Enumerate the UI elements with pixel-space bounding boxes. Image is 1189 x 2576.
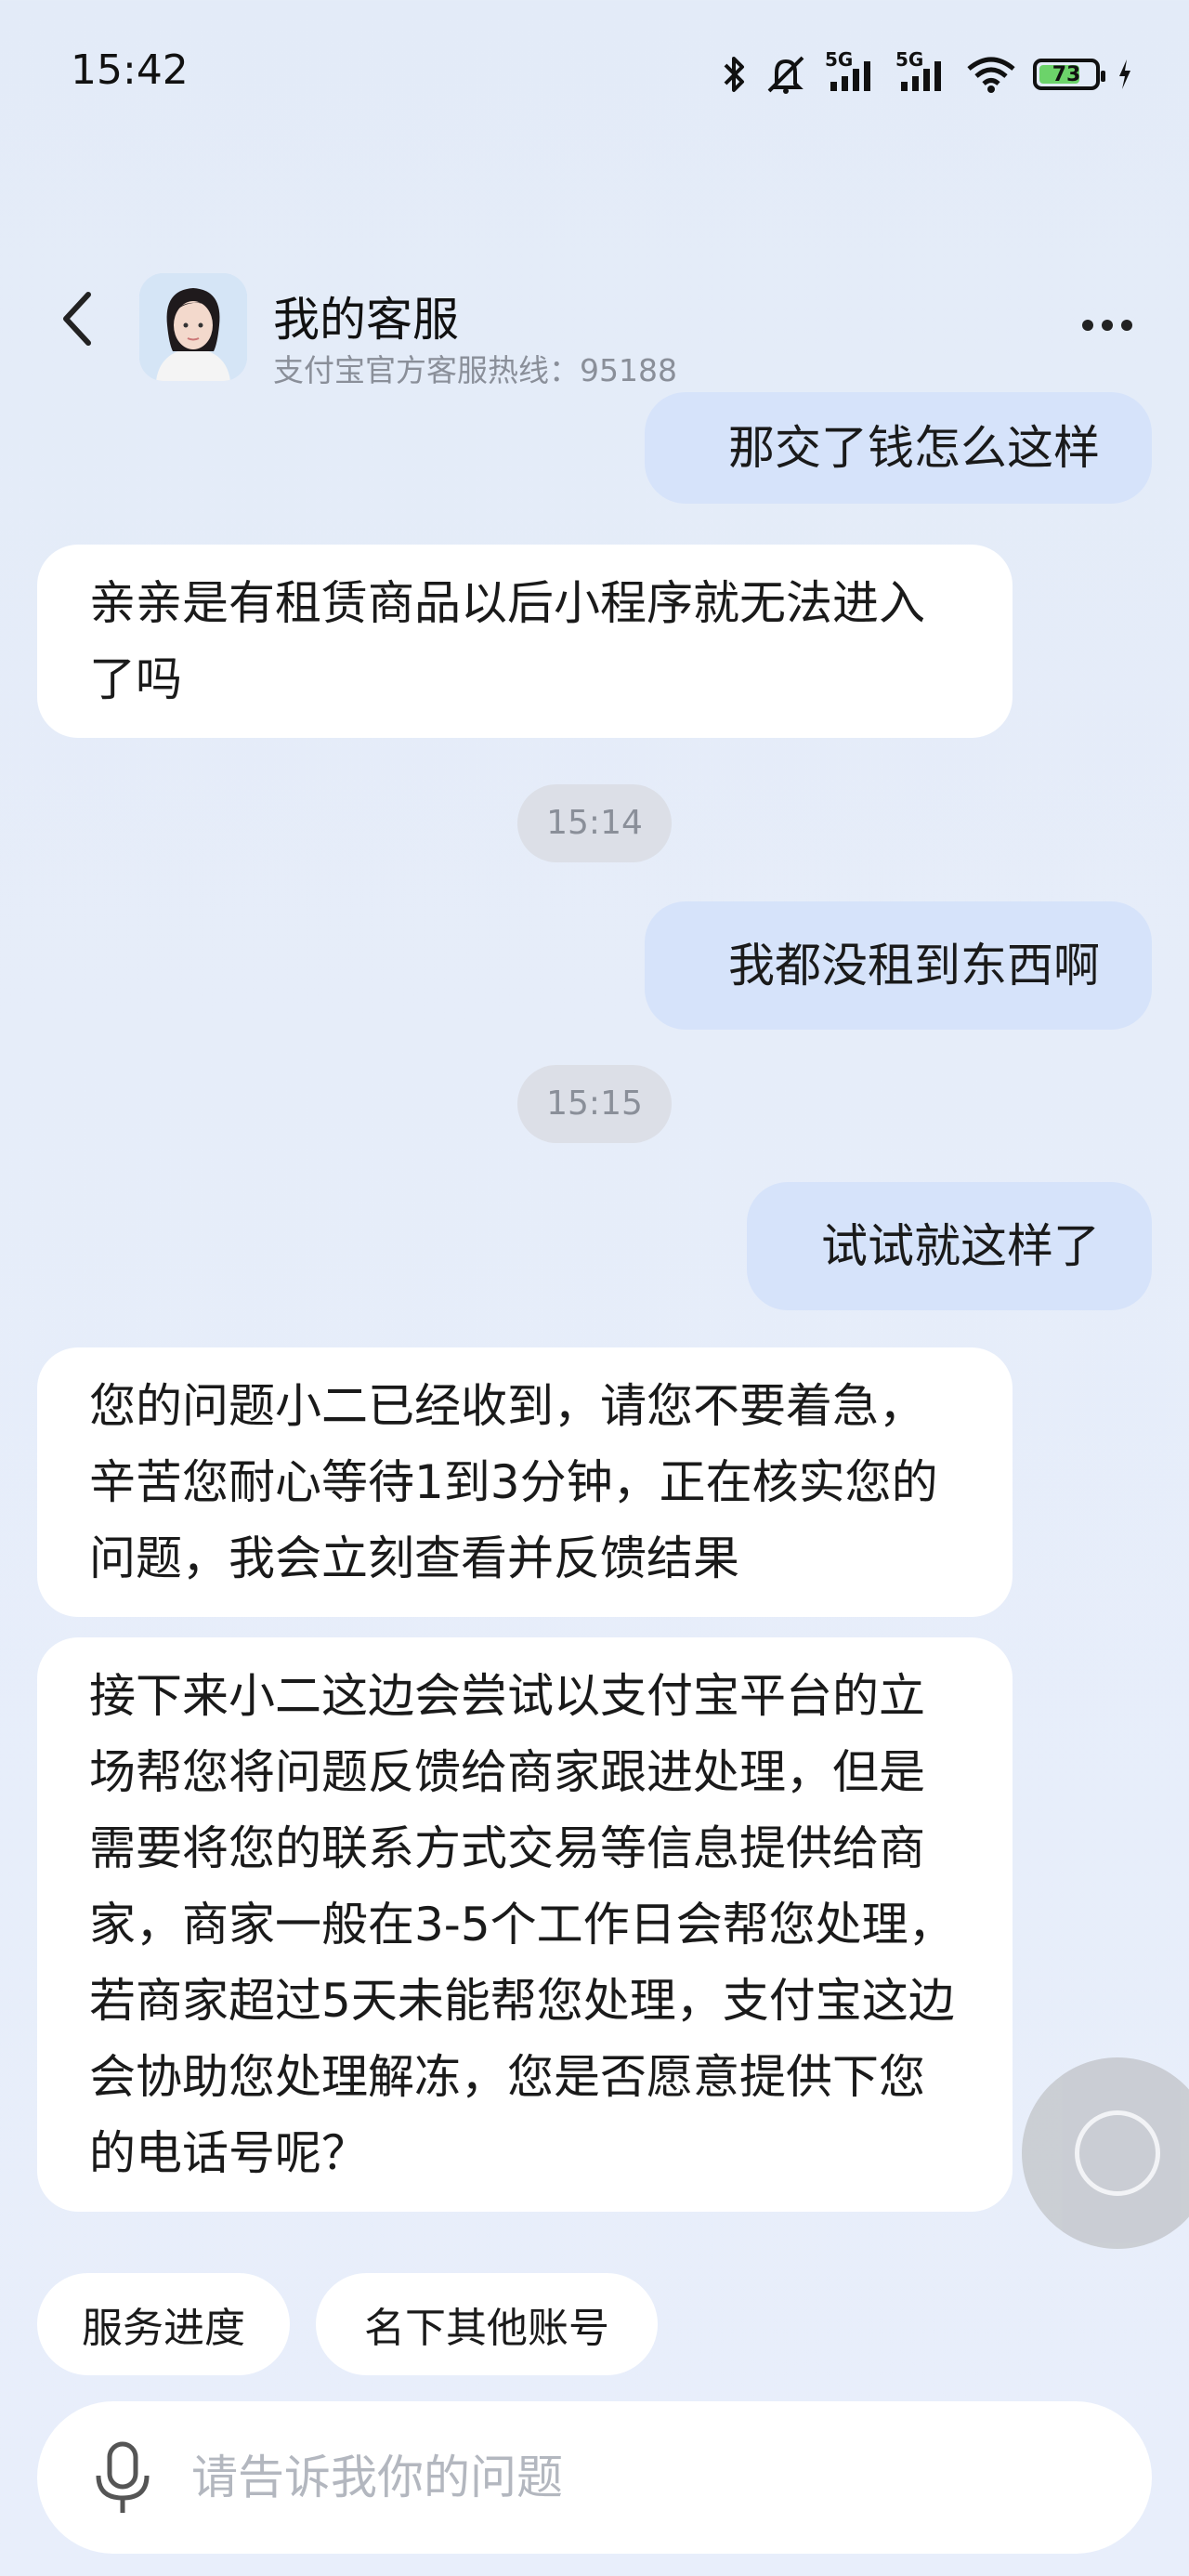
message-text: 试试就这样了 [821, 1219, 1100, 1273]
hotline-subtitle: 支付宝官方客服热线：95188 [273, 352, 677, 388]
page-title: 我的客服 [273, 293, 459, 347]
message-text: 那交了钱怎么这样 [728, 421, 1100, 475]
more-menu-button[interactable] [1070, 297, 1144, 353]
message-input[interactable]: 请告诉我你的问题 [191, 2401, 563, 2554]
chat-header: 我的客服 支付宝官方客服热线：95188 [0, 260, 1189, 390]
network-type-label: 5G [825, 48, 854, 71]
mute-icon [764, 54, 808, 95]
message-text: 我都没租到东西啊 [728, 939, 1100, 992]
battery-level: 73 [1052, 62, 1081, 86]
avatar[interactable] [139, 273, 247, 381]
circle-icon [1075, 2110, 1160, 2196]
signal-5g-icon: 5G [895, 48, 949, 93]
chevron-left-icon [63, 292, 91, 346]
quick-reply-label: 名下其他账号 [364, 2305, 609, 2352]
more-icon [1082, 320, 1093, 331]
agent-message[interactable]: 接下来小二这边会尝试以支付宝平台的立场帮您将问题反馈给商家跟进处理，但是需要将您… [37, 1637, 1013, 2212]
quick-reply-label: 服务进度 [82, 2305, 245, 2352]
microphone-icon[interactable] [85, 2438, 160, 2517]
bluetooth-icon [723, 54, 747, 95]
chat-list[interactable]: 那交了钱怎么这样 亲亲是有租赁商品以后小程序就无法进入了吗 15:14 我都没租… [0, 392, 1189, 2221]
user-message[interactable]: 那交了钱怎么这样 [645, 392, 1152, 504]
charging-icon [1117, 58, 1133, 91]
status-time: 15:42 [71, 46, 189, 94]
quick-reply-other-accounts[interactable]: 名下其他账号 [316, 2273, 658, 2375]
timestamp: 15:14 [517, 784, 672, 862]
agent-message[interactable]: 您的问题小二已经收到，请您不要着急，辛苦您耐心等待1到3分钟，正在核实您的问题，… [37, 1347, 1013, 1617]
status-icons: 5G 5G 73 [723, 48, 1133, 100]
wifi-icon [966, 56, 1016, 93]
user-message[interactable]: 我都没租到东西啊 [645, 901, 1152, 1030]
message-text: 亲亲是有租赁商品以后小程序就无法进入了吗 [89, 576, 925, 706]
timestamp: 15:15 [517, 1065, 672, 1143]
back-button[interactable] [45, 286, 110, 351]
user-message[interactable]: 试试就这样了 [747, 1182, 1152, 1310]
signal-5g-icon: 5G [825, 48, 879, 93]
quick-reply-service-progress[interactable]: 服务进度 [37, 2273, 290, 2375]
battery-icon: 73 [1033, 59, 1105, 90]
agent-message[interactable]: 亲亲是有租赁商品以后小程序就无法进入了吗 [37, 545, 1013, 738]
network-type-label: 5G [895, 48, 924, 71]
message-text: 接下来小二这边会尝试以支付宝平台的立场帮您将问题反馈给商家跟进处理，但是需要将您… [89, 1669, 955, 2180]
message-input-bar[interactable]: 请告诉我你的问题 [37, 2401, 1152, 2554]
status-bar: 15:42 5G 5G 73 [0, 0, 1189, 149]
message-text: 您的问题小二已经收到，请您不要着急，辛苦您耐心等待1到3分钟，正在核实您的问题，… [89, 1379, 938, 1585]
